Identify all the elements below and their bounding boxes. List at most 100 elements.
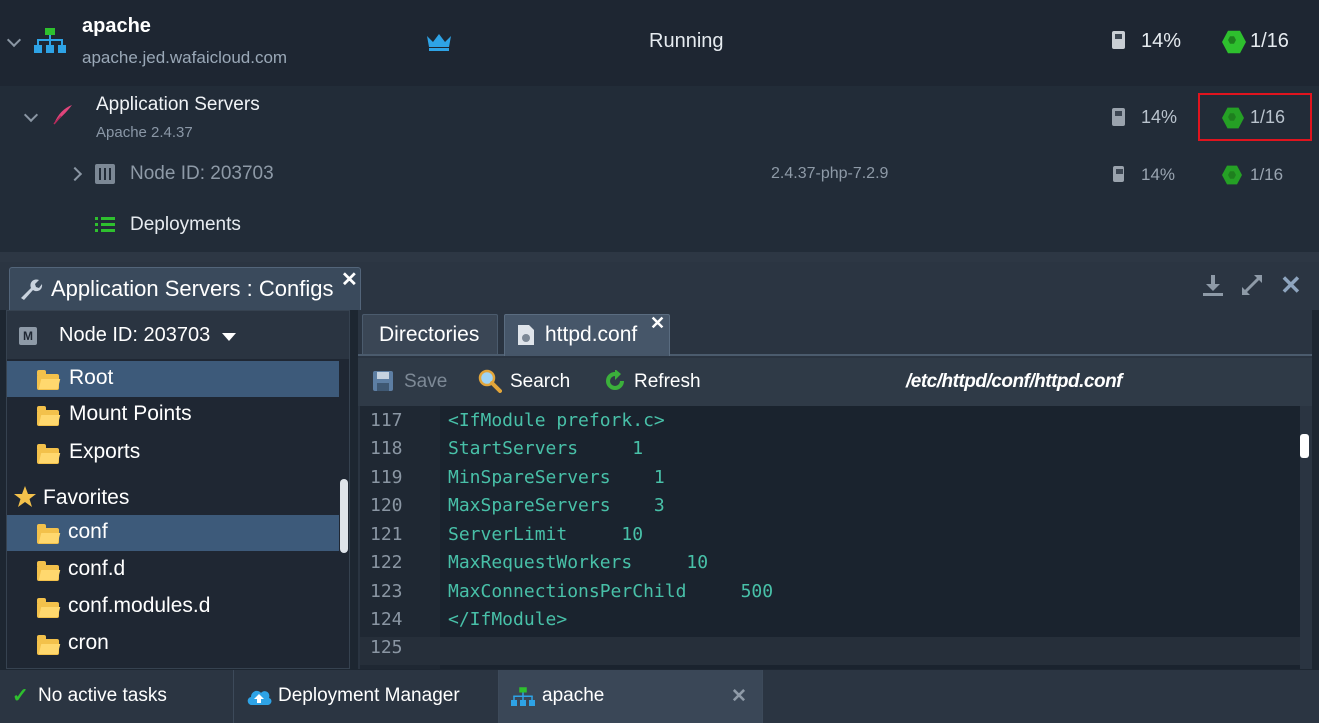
environment-topology-icon xyxy=(511,687,535,706)
wrench-icon xyxy=(21,279,43,300)
environment-list: apache apache.jed.wafaicloud.com Running… xyxy=(0,0,1319,252)
tab-directories-label[interactable]: Directories xyxy=(379,323,479,347)
folder-network-icon xyxy=(37,406,59,426)
folder-icon xyxy=(37,598,59,618)
chevron-down-icon[interactable] xyxy=(6,32,22,48)
caret-down-icon[interactable] xyxy=(222,333,236,341)
application-servers-disk-usage: 14% xyxy=(1141,107,1178,127)
environment-status: Running xyxy=(649,30,724,52)
code-line-active[interactable]: 125 xyxy=(360,637,1300,665)
node-cloudlets: 1/16 xyxy=(1250,165,1284,184)
chevron-down-icon[interactable] xyxy=(23,107,39,123)
tasks-status-label: No active tasks xyxy=(38,685,167,706)
apache-env-tab-label[interactable]: apache xyxy=(542,685,604,707)
code-line[interactable]: 121 ServerLimit 10 xyxy=(360,524,1300,552)
code-line[interactable]: 119 MinSpareServers 1 xyxy=(360,467,1300,495)
tree-item-label[interactable]: conf.modules.d xyxy=(68,594,210,618)
config-file-icon xyxy=(518,325,534,345)
code-line[interactable]: 122 MaxRequestWorkers 10 xyxy=(360,552,1300,580)
tree-item-conf-modules-d[interactable]: conf.modules.d xyxy=(7,589,339,625)
node-selector-label[interactable]: Node ID: 203703 xyxy=(59,324,210,347)
tree-item-conf[interactable]: conf xyxy=(7,515,339,551)
file-path: /etc/httpd/conf/httpd.conf xyxy=(906,371,1123,392)
disk-icon xyxy=(1112,108,1125,126)
apache-feather-icon xyxy=(53,105,72,125)
line-content[interactable]: MaxSpareServers 3 xyxy=(448,495,665,516)
crown-icon xyxy=(427,34,451,51)
search-icon xyxy=(478,369,502,393)
folder-icon xyxy=(37,370,59,390)
code-line[interactable]: 124 </IfModule> xyxy=(360,609,1300,637)
tab-httpd-conf[interactable]: httpd.conf ✕ xyxy=(504,313,670,356)
tab-directories[interactable]: Directories xyxy=(362,314,498,354)
close-icon[interactable]: ✕ xyxy=(731,685,747,708)
cloudlets-icon xyxy=(1222,30,1246,54)
close-panel-icon[interactable]: ✕ xyxy=(1280,270,1302,301)
tree-favorites-header[interactable]: Favorites xyxy=(7,480,339,516)
tab-httpd-conf-label[interactable]: httpd.conf xyxy=(545,323,637,347)
folder-share-icon xyxy=(37,444,59,464)
check-icon: ✓ xyxy=(12,685,29,707)
application-servers-label[interactable]: Application Servers xyxy=(96,94,260,116)
node-selector[interactable]: M Node ID: 203703 xyxy=(7,311,349,359)
tree-item-label[interactable]: conf.d xyxy=(68,557,125,581)
code-line[interactable]: 117 <IfModule prefork.c> xyxy=(360,410,1300,438)
refresh-button[interactable]: Refresh xyxy=(634,371,701,393)
apache-env-tab[interactable]: apache ✕ xyxy=(499,670,763,723)
line-content[interactable]: <IfModule prefork.c> xyxy=(448,410,665,431)
tasks-status[interactable]: ✓ No active tasks xyxy=(0,670,234,723)
code-editor[interactable]: 117 <IfModule prefork.c> 118 StartServers … xyxy=(360,406,1300,669)
configs-tab-title[interactable]: Application Servers : Configs xyxy=(51,276,333,302)
editor-tab-bar xyxy=(358,310,1312,356)
deployment-manager-tab[interactable]: Deployment Manager xyxy=(234,670,499,723)
node-id-label[interactable]: Node ID: 203703 xyxy=(130,163,274,185)
file-tree-pane: M Node ID: 203703 Root Mount Points Expo… xyxy=(6,310,350,669)
folder-icon xyxy=(37,561,59,581)
download-icon[interactable] xyxy=(1202,274,1224,296)
tree-scrollbar[interactable] xyxy=(340,479,348,553)
tree-item-label[interactable]: cron xyxy=(68,631,109,655)
node-badge-icon: M xyxy=(19,327,37,345)
line-content[interactable]: </IfModule> xyxy=(448,609,567,630)
chevron-right-icon[interactable] xyxy=(67,166,83,182)
environment-name[interactable]: apache xyxy=(82,15,151,38)
save-button[interactable]: Save xyxy=(404,371,447,393)
close-tab-icon[interactable]: ✕ xyxy=(650,313,665,334)
tree-item-mount-points[interactable]: Mount Points xyxy=(7,397,339,433)
deployment-manager-label[interactable]: Deployment Manager xyxy=(278,685,460,707)
node-tag[interactable]: 2.4.37-php-7.2.9 xyxy=(771,165,888,183)
tree-item-label[interactable]: Exports xyxy=(69,440,140,464)
line-number: 123 xyxy=(370,581,403,602)
code-line[interactable]: 120 MaxSpareServers 3 xyxy=(360,495,1300,523)
configs-panel-tab[interactable]: Application Servers : Configs ✕ xyxy=(9,267,361,310)
tree-item-cron[interactable]: cron xyxy=(7,626,339,662)
environment-domain[interactable]: apache.jed.wafaicloud.com xyxy=(82,48,287,68)
tree-item-label[interactable]: Mount Points xyxy=(69,402,192,426)
tree-item-label[interactable]: Root xyxy=(69,366,113,390)
list-icon xyxy=(95,217,115,232)
close-icon[interactable]: ✕ xyxy=(341,267,358,292)
tree-item-root[interactable]: Root xyxy=(7,361,339,397)
line-content[interactable]: ServerLimit 10 xyxy=(448,524,643,545)
code-line[interactable]: 118 StartServers 1 xyxy=(360,438,1300,466)
line-content[interactable]: MaxRequestWorkers 10 xyxy=(448,552,708,573)
tree-item-label[interactable]: conf xyxy=(68,520,108,544)
expand-icon[interactable] xyxy=(1241,274,1263,296)
line-content[interactable]: StartServers 1 xyxy=(448,438,643,459)
deployments-label[interactable]: Deployments xyxy=(130,214,241,236)
panel-separator[interactable] xyxy=(0,252,1319,262)
environment-row[interactable]: apache apache.jed.wafaicloud.com Running… xyxy=(0,0,1319,86)
line-content[interactable]: MaxConnectionsPerChild 500 xyxy=(448,581,773,602)
tree-item-exports[interactable]: Exports xyxy=(7,435,339,471)
line-content[interactable]: MinSpareServers 1 xyxy=(448,467,665,488)
folder-icon xyxy=(37,524,59,544)
application-servers-row[interactable]: Application Servers Apache 2.4.37 14% 1/… xyxy=(0,86,1319,150)
favorites-label[interactable]: Favorites xyxy=(43,486,129,510)
search-button[interactable]: Search xyxy=(510,371,570,393)
code-line[interactable]: 123 MaxConnectionsPerChild 500 xyxy=(360,581,1300,609)
tree-item-conf-d[interactable]: conf.d xyxy=(7,552,339,588)
editor-scrollbar-thumb[interactable] xyxy=(1300,434,1309,458)
node-row[interactable]: Node ID: 203703 2.4.37-php-7.2.9 14% 1/1… xyxy=(0,150,1319,200)
deployments-row[interactable]: Deployments xyxy=(0,200,1319,252)
refresh-icon xyxy=(606,370,624,390)
